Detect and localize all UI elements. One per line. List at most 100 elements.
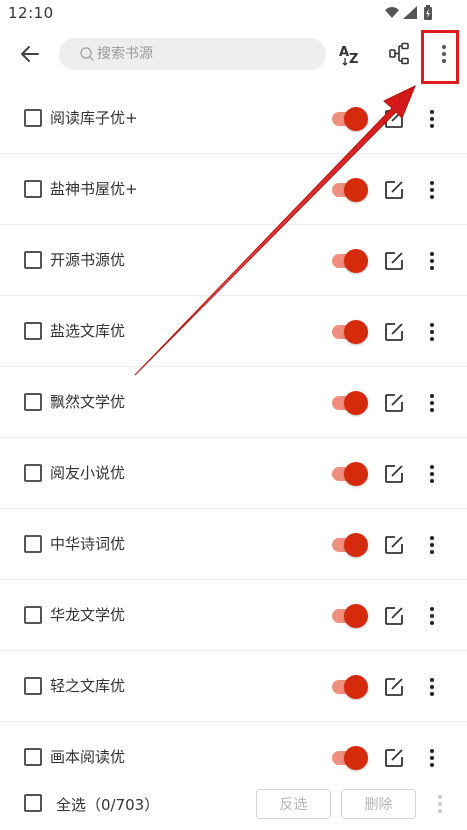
switch-thumb: [344, 178, 368, 202]
edit-button[interactable]: [382, 604, 406, 628]
item-checkbox[interactable]: [24, 109, 42, 127]
toolbar: A Z: [0, 26, 467, 82]
edit-button[interactable]: [382, 249, 406, 273]
edit-icon: [385, 394, 403, 412]
list-item[interactable]: 阅友小说优: [0, 438, 467, 509]
edit-button[interactable]: [382, 675, 406, 699]
wifi-icon: [385, 7, 399, 18]
edit-button[interactable]: [382, 391, 406, 415]
enable-switch[interactable]: [330, 675, 368, 699]
list-item[interactable]: 开源书源优: [0, 225, 467, 296]
edit-icon: [385, 181, 403, 199]
source-name: 盐神书屋优+: [50, 180, 138, 198]
group-button[interactable]: [380, 34, 420, 74]
source-name: 华龙文学优: [50, 606, 126, 624]
status-icons: [383, 4, 443, 22]
status-time: 12:10: [8, 4, 54, 22]
search-input[interactable]: [97, 38, 317, 70]
edit-button[interactable]: [382, 533, 406, 557]
item-checkbox[interactable]: [24, 748, 42, 766]
source-name: 阅读库子优+: [50, 109, 138, 127]
more-vertical-icon: [430, 536, 434, 554]
svg-text:A: A: [339, 45, 349, 60]
more-vertical-icon: [430, 749, 434, 767]
item-more-button[interactable]: [422, 604, 442, 628]
item-more-button[interactable]: [422, 462, 442, 486]
item-checkbox[interactable]: [24, 464, 42, 482]
bottom-action-bar: 全选（0/703） 反选 删除: [0, 782, 467, 830]
edit-icon: [385, 678, 403, 696]
list-item[interactable]: 飘然文学优: [0, 367, 467, 438]
switch-thumb: [344, 462, 368, 486]
svg-text:Z: Z: [349, 52, 358, 67]
edit-button[interactable]: [382, 462, 406, 486]
item-more-button[interactable]: [422, 746, 442, 770]
enable-switch[interactable]: [330, 462, 368, 486]
list-item[interactable]: 华龙文学优: [0, 580, 467, 651]
more-vertical-icon: [430, 678, 434, 696]
group-icon: [389, 42, 409, 65]
edit-icon: [385, 252, 403, 270]
bottom-more-button[interactable]: [430, 792, 450, 816]
item-checkbox[interactable]: [24, 677, 42, 695]
edit-button[interactable]: [382, 107, 406, 131]
search-box[interactable]: [59, 38, 326, 70]
switch-thumb: [344, 533, 368, 557]
source-name: 画本阅读优: [50, 748, 126, 766]
list-item[interactable]: 盐选文库优: [0, 296, 467, 367]
edit-button[interactable]: [382, 178, 406, 202]
item-more-button[interactable]: [422, 249, 442, 273]
search-icon: [80, 47, 94, 61]
switch-thumb: [344, 604, 368, 628]
list-item[interactable]: 轻之文库优: [0, 651, 467, 722]
more-vertical-icon: [430, 465, 434, 483]
item-checkbox[interactable]: [24, 251, 42, 269]
item-more-button[interactable]: [422, 391, 442, 415]
enable-switch[interactable]: [330, 320, 368, 344]
item-more-button[interactable]: [422, 178, 442, 202]
enable-switch[interactable]: [330, 107, 368, 131]
source-name: 飘然文学优: [50, 393, 126, 411]
back-button[interactable]: [10, 34, 50, 74]
signal-icon: [403, 6, 417, 19]
enable-switch[interactable]: [330, 391, 368, 415]
item-more-button[interactable]: [422, 320, 442, 344]
enable-switch[interactable]: [330, 604, 368, 628]
more-vertical-icon: [430, 252, 434, 270]
edit-button[interactable]: [382, 746, 406, 770]
list-item[interactable]: 中华诗词优: [0, 509, 467, 580]
item-checkbox[interactable]: [24, 322, 42, 340]
edit-icon: [385, 536, 403, 554]
item-more-button[interactable]: [422, 107, 442, 131]
battery-charging-icon: [424, 5, 432, 20]
edit-button[interactable]: [382, 320, 406, 344]
select-all-label[interactable]: 全选（0/703）: [56, 794, 159, 815]
switch-thumb: [344, 249, 368, 273]
sort-az-icon: A Z: [339, 45, 358, 67]
edit-icon: [385, 323, 403, 341]
list-item[interactable]: 阅读库子优+: [0, 83, 467, 154]
edit-icon: [385, 110, 403, 128]
invert-selection-button[interactable]: 反选: [256, 789, 331, 819]
enable-switch[interactable]: [330, 533, 368, 557]
more-vertical-icon: [430, 394, 434, 412]
item-more-button[interactable]: [422, 675, 442, 699]
select-all-checkbox[interactable]: [24, 794, 42, 812]
item-checkbox[interactable]: [24, 606, 42, 624]
switch-thumb: [344, 746, 368, 770]
enable-switch[interactable]: [330, 249, 368, 273]
list-item[interactable]: 盐神书屋优+: [0, 154, 467, 225]
more-vertical-icon: [430, 110, 434, 128]
more-vertical-icon: [430, 323, 434, 341]
enable-switch[interactable]: [330, 746, 368, 770]
delete-button[interactable]: 删除: [341, 789, 416, 819]
enable-switch[interactable]: [330, 178, 368, 202]
item-checkbox[interactable]: [24, 180, 42, 198]
item-more-button[interactable]: [422, 533, 442, 557]
item-checkbox[interactable]: [24, 535, 42, 553]
switch-thumb: [344, 391, 368, 415]
sort-button[interactable]: A Z: [330, 34, 370, 74]
item-checkbox[interactable]: [24, 393, 42, 411]
source-name: 轻之文库优: [50, 677, 126, 695]
more-options-button[interactable]: [424, 34, 464, 74]
